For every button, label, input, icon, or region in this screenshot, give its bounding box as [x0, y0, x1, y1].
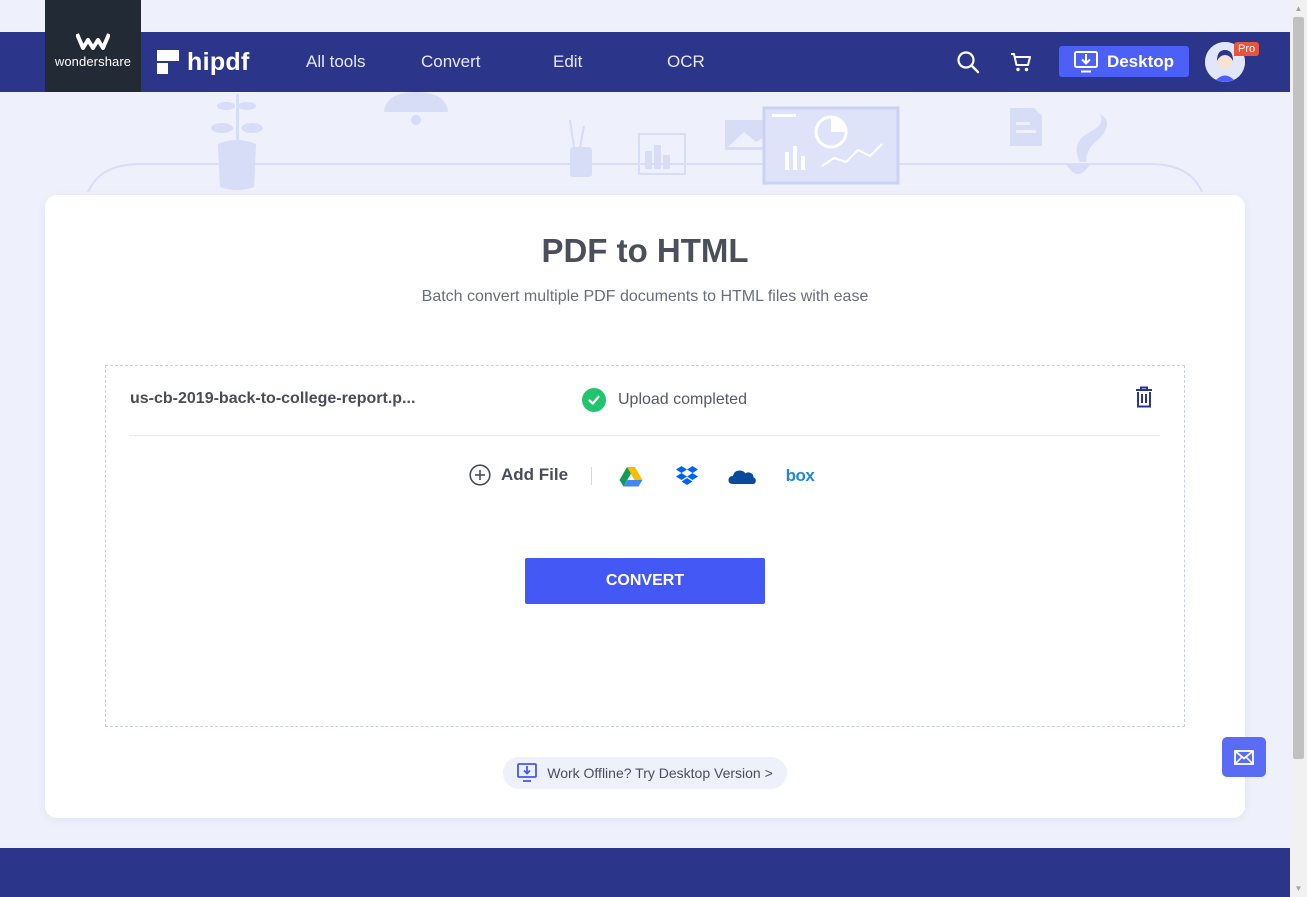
hipdf-label: hipdf — [187, 47, 250, 76]
wondershare-logo[interactable]: wondershare — [45, 0, 141, 92]
scroll-up-arrow-icon[interactable]: ▲ — [1290, 0, 1307, 17]
add-file-button[interactable]: Add File — [469, 464, 568, 486]
desktop-download-icon — [517, 763, 538, 782]
box-logo-label: box — [785, 466, 815, 485]
onedrive-icon[interactable] — [728, 464, 756, 488]
box-icon[interactable]: box — [783, 464, 817, 488]
wondershare-label: wondershare — [54, 53, 132, 69]
dashboard-illustration-icon — [762, 106, 900, 185]
desktop-download-button[interactable]: Desktop — [1059, 46, 1189, 77]
scroll-down-arrow-icon[interactable]: ▼ — [1290, 880, 1307, 897]
plant-illustration-icon — [211, 94, 263, 190]
upload-status: Upload completed — [582, 388, 747, 412]
nav-ocr[interactable]: OCR — [667, 32, 705, 92]
trash-icon[interactable] — [1132, 385, 1156, 409]
page-subtitle: Batch convert multiple PDF documents to … — [421, 288, 869, 305]
pencil-cup-illustration-icon — [569, 119, 592, 177]
nav-edit[interactable]: Edit — [553, 32, 582, 92]
convert-button[interactable]: CONVERT — [525, 558, 765, 604]
hipdf-mark-icon — [157, 50, 179, 74]
desktop-label: Desktop — [1106, 51, 1175, 71]
mail-icon — [1234, 749, 1254, 765]
file-name: us-cb-2019-back-to-college-report.p... — [130, 390, 416, 407]
page-title: PDF to HTML — [541, 232, 749, 269]
document-illustration-icon — [1010, 108, 1042, 146]
file-dropzone[interactable]: us-cb-2019-back-to-college-report.p... U… — [105, 365, 1185, 727]
lamp-illustration-icon — [384, 92, 448, 125]
scrollbar-thumb[interactable] — [1293, 17, 1304, 759]
upload-status-label: Upload completed — [618, 391, 747, 408]
search-icon[interactable] — [954, 48, 982, 76]
converter-card: PDF to HTML Batch convert multiple PDF d… — [45, 195, 1245, 818]
work-offline-link[interactable]: Work Offline? Try Desktop Version > — [503, 757, 787, 789]
footer — [0, 848, 1290, 897]
top-strip — [0, 0, 1290, 32]
hipdf-logo[interactable]: hipdf — [157, 32, 250, 92]
add-file-label: Add File — [501, 465, 569, 484]
dropbox-icon[interactable] — [673, 464, 701, 488]
check-circle-icon — [582, 388, 606, 412]
feedback-mail-button[interactable] — [1222, 737, 1266, 777]
google-drive-icon[interactable] — [617, 464, 645, 488]
wondershare-mark-icon — [76, 32, 110, 50]
cart-icon[interactable] — [1007, 48, 1035, 76]
desktop-download-icon — [1073, 50, 1098, 72]
header-illustration — [87, 92, 1203, 193]
work-offline-label: Work Offline? Try Desktop Version > — [547, 765, 773, 781]
chart-board-illustration-icon — [638, 133, 686, 175]
source-separator — [591, 467, 592, 485]
picture-frame-illustration-icon — [725, 120, 769, 150]
nav-convert[interactable]: Convert — [421, 32, 481, 92]
file-divider — [129, 435, 1160, 436]
plus-circle-icon — [469, 464, 491, 486]
pro-badge: Pro — [1234, 42, 1260, 56]
nav-all-tools[interactable]: All tools — [306, 32, 366, 92]
